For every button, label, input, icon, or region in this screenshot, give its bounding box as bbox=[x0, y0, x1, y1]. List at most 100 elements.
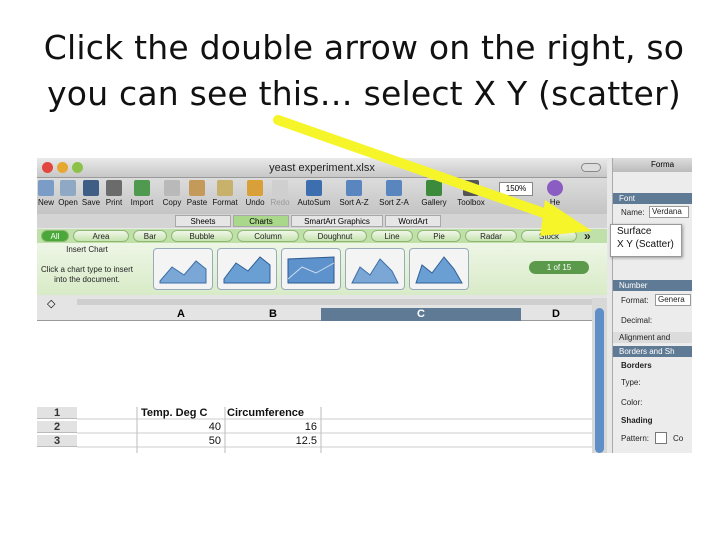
redo-button[interactable]: Redo bbox=[269, 180, 291, 207]
chart-type-pie[interactable]: Pie bbox=[417, 230, 461, 242]
number-format-field[interactable]: Genera bbox=[655, 294, 691, 306]
new-label: New bbox=[37, 198, 54, 207]
import-button[interactable]: Import bbox=[127, 180, 157, 207]
chart-type-area[interactable]: Area bbox=[73, 230, 129, 242]
redo-icon bbox=[272, 180, 288, 196]
decimal-label: Decimal: bbox=[621, 316, 653, 325]
toolbar-toggle-button[interactable] bbox=[581, 163, 601, 172]
column-header-a[interactable]: A bbox=[137, 308, 225, 321]
open-icon bbox=[60, 180, 76, 196]
redo-label: Redo bbox=[270, 198, 290, 207]
palette-title: Forma bbox=[613, 158, 692, 172]
save-label: Save bbox=[81, 198, 101, 207]
slide-title-line-2: you can see this… select X Y (scatter) bbox=[47, 74, 681, 113]
menu-item-surface[interactable]: Surface bbox=[611, 225, 681, 238]
chart-thumbnail-area-2[interactable] bbox=[217, 248, 277, 290]
pattern-swatch[interactable] bbox=[655, 432, 667, 444]
vertical-scrollbar[interactable] bbox=[592, 298, 607, 453]
sort-za-button[interactable]: Sort Z-A bbox=[375, 180, 413, 207]
3d-area-chart-icon bbox=[351, 258, 399, 284]
column-header-c[interactable]: C bbox=[321, 308, 521, 321]
menu-item-xy-scatter[interactable]: X Y (Scatter) bbox=[611, 238, 681, 251]
chart-type-doughnut[interactable]: Doughnut bbox=[303, 230, 367, 242]
formatting-palette: Forma Font Name: Verdana Number Format: … bbox=[612, 158, 692, 453]
chart-type-stock[interactable]: Stock bbox=[521, 230, 577, 242]
undo-label: Undo bbox=[245, 198, 265, 207]
save-button[interactable]: Save bbox=[81, 180, 101, 207]
type-label: Type: bbox=[621, 378, 641, 387]
chart-type-all[interactable]: All bbox=[41, 230, 69, 242]
format-brush-icon bbox=[217, 180, 233, 196]
chart-type-bubble[interactable]: Bubble bbox=[171, 230, 233, 242]
chart-type-column[interactable]: Column bbox=[237, 230, 299, 242]
import-icon bbox=[134, 180, 150, 196]
number-section-header[interactable]: Number bbox=[613, 280, 692, 291]
font-name-field[interactable]: Verdana bbox=[649, 206, 689, 218]
scrollbar-thumb[interactable] bbox=[595, 308, 604, 453]
chart-thumbnail-area-5[interactable] bbox=[409, 248, 469, 290]
chart-thumbnail-area-4[interactable] bbox=[345, 248, 405, 290]
chart-type-bar[interactable]: Bar bbox=[133, 230, 167, 242]
chart-thumbnail-area-3[interactable] bbox=[281, 248, 341, 290]
sigma-icon bbox=[306, 180, 322, 196]
window-titlebar: yeast experiment.xlsx bbox=[37, 158, 607, 178]
autosum-button[interactable]: AutoSum bbox=[295, 180, 333, 207]
help-button[interactable]: He bbox=[543, 180, 567, 207]
borders-section-header[interactable]: Borders and Sh bbox=[613, 346, 692, 357]
save-icon bbox=[83, 180, 99, 196]
excel-screenshot: yeast experiment.xlsx New Open Save Prin… bbox=[37, 158, 692, 453]
chart-thumbnail-area-1[interactable] bbox=[153, 248, 213, 290]
select-all-diamond-icon[interactable]: ◇ bbox=[47, 297, 55, 310]
format-button[interactable]: Format bbox=[211, 180, 239, 207]
help-label: He bbox=[549, 198, 561, 207]
font-section-header[interactable]: Font bbox=[613, 193, 692, 204]
copy-icon bbox=[164, 180, 180, 196]
area-chart-icon bbox=[159, 260, 207, 284]
format-label: Format: bbox=[621, 296, 649, 305]
column-header-b[interactable]: B bbox=[225, 308, 321, 321]
alignment-section-header[interactable]: Alignment and bbox=[613, 332, 692, 343]
stacked-area-chart-icon bbox=[223, 256, 271, 284]
open-button[interactable]: Open bbox=[57, 180, 79, 207]
undo-button[interactable]: Undo bbox=[243, 180, 267, 207]
help-icon bbox=[547, 180, 563, 196]
tab-wordart[interactable]: WordArt bbox=[385, 215, 441, 227]
chart-type-line[interactable]: Line bbox=[371, 230, 413, 242]
sort-az-label: Sort A-Z bbox=[339, 198, 369, 207]
gallery-label: Gallery bbox=[421, 198, 447, 207]
sort-az-button[interactable]: Sort A-Z bbox=[335, 180, 373, 207]
paste-button[interactable]: Paste bbox=[185, 180, 209, 207]
column-header-bar: ◇ A B C D bbox=[37, 295, 607, 321]
spreadsheet-grid[interactable]: 1 2 3 Temp. Deg C Circumference 40 16 50… bbox=[37, 321, 592, 453]
chart-type-row: All Area Bar Bubble Column Doughnut Line… bbox=[37, 229, 607, 243]
open-label: Open bbox=[58, 198, 78, 207]
print-label: Print bbox=[105, 198, 123, 207]
tab-charts[interactable]: Charts bbox=[233, 215, 289, 227]
chart-type-radar[interactable]: Radar bbox=[465, 230, 517, 242]
ruler bbox=[77, 299, 597, 305]
tab-sheets[interactable]: Sheets bbox=[175, 215, 231, 227]
color-label: Color: bbox=[621, 398, 643, 407]
print-button[interactable]: Print bbox=[103, 180, 125, 207]
new-icon bbox=[38, 180, 54, 196]
print-icon bbox=[106, 180, 122, 196]
tab-smartart-graphics[interactable]: SmartArt Graphics bbox=[291, 215, 383, 227]
shading-label: Shading bbox=[621, 416, 653, 425]
insert-chart-description: Click a chart type to insert into the do… bbox=[40, 265, 134, 284]
gallery-button[interactable]: Gallery bbox=[417, 180, 451, 207]
format-label: Format bbox=[212, 198, 238, 207]
import-label: Import bbox=[130, 198, 154, 207]
more-chart-types-double-arrow-icon[interactable]: » bbox=[584, 229, 591, 243]
toolbox-button[interactable]: Toolbox bbox=[453, 180, 489, 207]
window-title: yeast experiment.xlsx bbox=[269, 162, 375, 174]
grid-lines bbox=[77, 407, 592, 453]
gallery-page-indicator[interactable]: 1 of 15 bbox=[529, 261, 589, 274]
chart-gallery: Insert Chart Click a chart type to inser… bbox=[37, 243, 607, 295]
gallery-icon bbox=[426, 180, 442, 196]
zoom-select[interactable]: 150% bbox=[499, 182, 533, 196]
column-header-d[interactable]: D bbox=[521, 308, 591, 321]
undo-icon bbox=[247, 180, 263, 196]
copy-button[interactable]: Copy bbox=[161, 180, 183, 207]
standard-toolbar: New Open Save Print Import Copy Paste Fo… bbox=[37, 178, 607, 214]
new-button[interactable]: New bbox=[37, 180, 55, 207]
